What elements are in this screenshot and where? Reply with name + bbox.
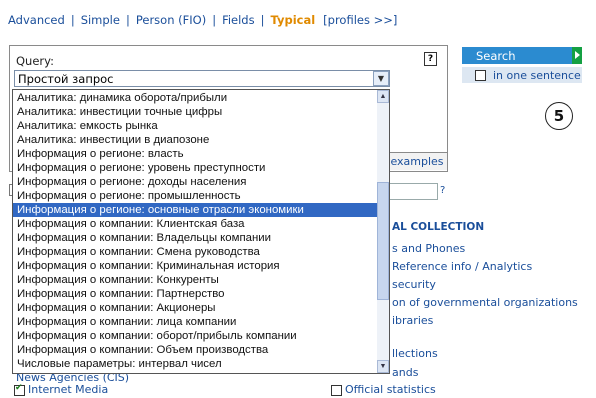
in-one-sentence-option[interactable]: in one sentence [462, 67, 582, 83]
dropdown-option[interactable]: Информация о компании: Партнерство [13, 287, 381, 301]
nav-simple[interactable]: Simple [81, 13, 120, 27]
dropdown-option[interactable]: Числовые параметры: интервал чисел [13, 357, 381, 371]
dropdown-option[interactable]: Аналитика: инвестиции в диапозоне [13, 133, 381, 147]
nav-person-fio[interactable]: Person (FIO) [136, 13, 206, 27]
search-button[interactable]: Search [462, 47, 582, 64]
dropdown-option[interactable]: Аналитика: инвестиции точные цифры [13, 105, 381, 119]
in-one-sentence-label: in one sentence [493, 69, 581, 82]
dropdown-option[interactable]: Аналитика: динамика оборота/прибыли [13, 91, 381, 105]
collection-title: AL COLLECTION [392, 221, 485, 233]
scrollbar-thumb[interactable] [377, 182, 389, 300]
internet-media-checkbox[interactable]: ✔ [14, 383, 25, 396]
chevron-down-icon[interactable]: ▼ [373, 71, 389, 86]
nav-separator: | [212, 13, 217, 27]
nav-separator: | [70, 13, 75, 27]
dropdown-option[interactable]: Информация о компании: Владельцы компани… [13, 231, 381, 245]
dropdown-option[interactable]: Информация о компании: оборот/прибыль ко… [13, 329, 381, 343]
dropdown-option[interactable]: Информация о компании: Объем производств… [13, 343, 381, 357]
official-statistics-checkbox[interactable] [331, 385, 342, 396]
query-label: Query: [16, 54, 54, 68]
collection-link[interactable]: ibraries [392, 314, 433, 327]
collection-link[interactable]: s and Phones [392, 242, 465, 255]
internet-media-label: Internet Media [28, 383, 109, 396]
dropdown-option-selected[interactable]: Информация о регионе: основные отрасли э… [13, 203, 381, 217]
dropdown-option[interactable]: Информация о компании: Акционеры [13, 301, 381, 315]
arrow-right-icon [572, 47, 582, 64]
examples-button[interactable]: examples [386, 152, 447, 170]
select-current-value: Простой запрос [18, 72, 114, 86]
scroll-down-icon[interactable]: ▼ [377, 360, 389, 373]
nav-fields[interactable]: Fields [222, 13, 255, 27]
nav-profiles-link[interactable]: [profiles >>] [323, 13, 397, 27]
collection-link[interactable]: llections [392, 347, 438, 360]
collection-link[interactable]: Reference info / Analytics [392, 260, 532, 273]
dropdown-option[interactable]: Аналитика: емкость рынка [13, 119, 381, 133]
scroll-up-icon[interactable]: ▲ [377, 90, 389, 103]
dropdown-option[interactable]: Информация о компании: Клиентская база [13, 217, 381, 231]
nav-separator: | [125, 13, 130, 27]
official-statistics-label: Official statistics [345, 383, 436, 396]
dropdown-option[interactable]: Информация о компании: Конкуренты [13, 273, 381, 287]
background-help-link[interactable]: ? [440, 185, 445, 196]
dropdown-option[interactable]: Информация о компании: лица компании [13, 315, 381, 329]
collection-link[interactable]: security [392, 278, 436, 291]
check-icon: ✔ [15, 383, 23, 393]
nav-typical-active[interactable]: Typical [270, 13, 315, 27]
dropdown-option[interactable]: Информация о компании: Смена руководства [13, 245, 381, 259]
in-one-sentence-checkbox[interactable] [475, 70, 486, 81]
dropdown-scrollbar[interactable]: ▲ ▼ [377, 90, 389, 373]
step-number-badge: 5 [545, 102, 573, 130]
collection-link[interactable]: ands [392, 366, 418, 379]
dropdown-option[interactable]: Информация о компании: Криминальная исто… [13, 259, 381, 273]
collection-link[interactable]: on of governmental organizations [392, 296, 578, 309]
search-button-label: Search [476, 49, 516, 63]
nav-advanced[interactable]: Advanced [8, 13, 65, 27]
dropdown-option[interactable]: Информация о регионе: власть [13, 147, 381, 161]
query-type-select[interactable]: Простой запрос ▼ [14, 70, 390, 87]
help-icon[interactable]: ? [424, 52, 437, 66]
query-type-dropdown-list[interactable]: Аналитика: динамика оборота/прибыли Анали… [12, 89, 390, 374]
mode-nav: Advanced | Simple | Person (FIO) | Fields | Typi… [8, 13, 397, 27]
dropdown-option[interactable]: Информация о регионе: промышленность [13, 189, 381, 203]
dropdown-option[interactable]: Информация о регионе: уровень преступнос… [13, 161, 381, 175]
nav-separator: | [260, 13, 265, 27]
dropdown-option[interactable]: Информация о регионе: доходы населения [13, 175, 381, 189]
